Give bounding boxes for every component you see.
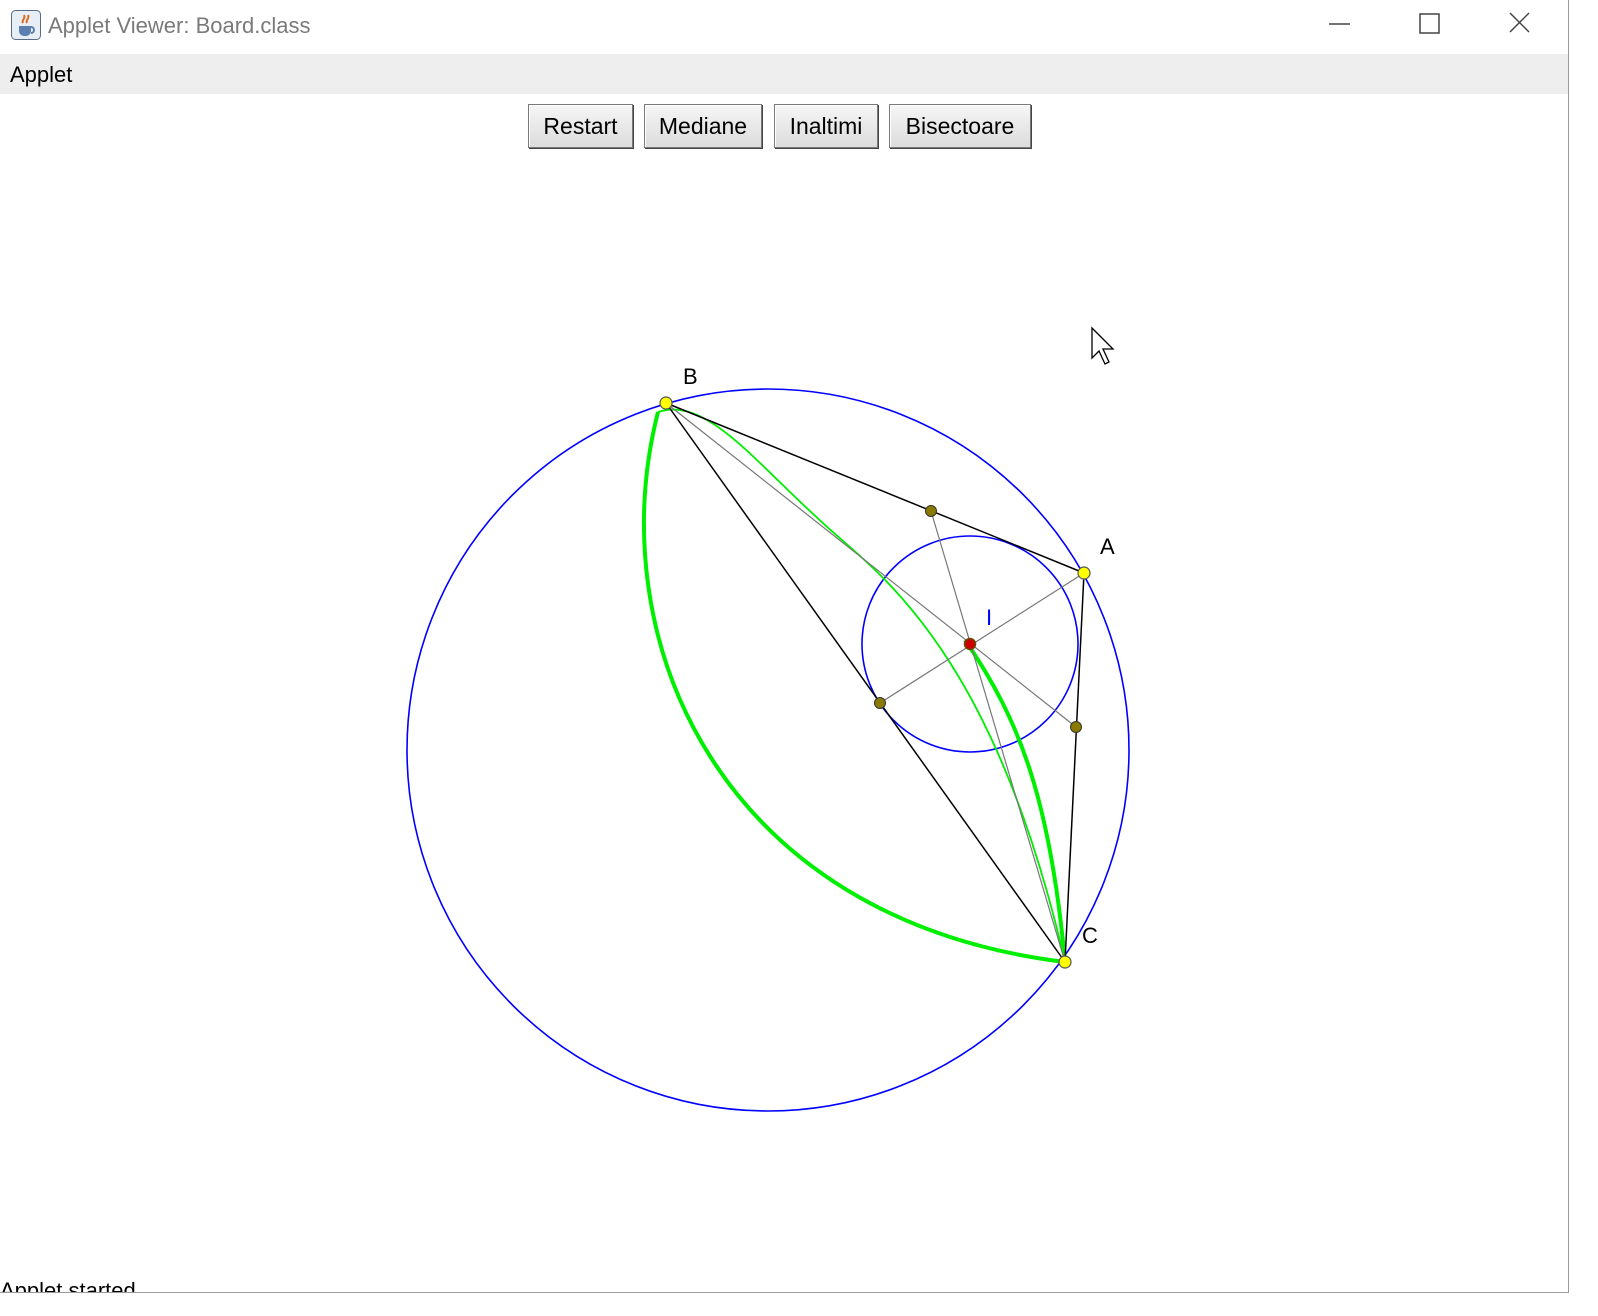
incenter-label: I	[986, 605, 992, 630]
bisector-foot-on-ac[interactable]	[1070, 721, 1082, 733]
java-cup-icon	[11, 10, 41, 40]
green-curve-inner-thick	[963, 638, 1067, 963]
button-panel: Restart Mediane Inaltimi Bisectoare	[0, 104, 1568, 150]
incenter-point[interactable]	[963, 637, 977, 651]
green-curve-outer	[642, 411, 1066, 964]
menu-bar: Applet	[0, 54, 1568, 94]
close-button[interactable]	[1474, 0, 1564, 50]
close-icon	[1509, 12, 1530, 33]
menu-applet[interactable]: Applet	[10, 62, 72, 88]
inaltimi-button[interactable]: Inaltimi	[774, 104, 878, 148]
restart-button[interactable]: Restart	[528, 104, 633, 148]
bisector-from-c	[930, 510, 1066, 963]
maximize-icon	[1419, 13, 1440, 34]
minimize-button[interactable]	[1294, 0, 1384, 50]
bisectoare-button[interactable]: Bisectoare	[889, 104, 1031, 148]
geometry-board[interactable]: I B A C	[0, 150, 1568, 1278]
mediane-button[interactable]: Mediane	[644, 104, 762, 148]
bisector-from-b	[665, 402, 1077, 728]
triangle-side-ac	[1064, 572, 1085, 963]
status-bar-text: Applet started.	[0, 1278, 142, 1293]
applet-viewer-window: Applet Viewer: Board.class Applet Restar…	[0, 0, 1569, 1293]
title-bar[interactable]: Applet Viewer: Board.class	[0, 0, 1568, 54]
vertex-a[interactable]	[1077, 566, 1091, 580]
bisector-foot-on-bc[interactable]	[874, 697, 886, 709]
maximize-button[interactable]	[1384, 0, 1474, 50]
minimize-icon	[1329, 23, 1350, 25]
vertex-c-label: C	[1082, 923, 1098, 948]
bisector-foot-on-ba[interactable]	[925, 505, 937, 517]
window-title: Applet Viewer: Board.class	[48, 13, 311, 38]
vertex-b[interactable]	[659, 396, 673, 410]
vertex-b-label: B	[683, 364, 698, 389]
vertex-c[interactable]	[1058, 955, 1072, 969]
mouse-cursor-icon	[1091, 326, 1115, 365]
triangle-side-cb	[665, 402, 1066, 963]
green-curve-inner-thin	[657, 408, 1066, 963]
triangle-side-ba	[665, 402, 1085, 574]
vertex-a-label: A	[1100, 534, 1115, 559]
circumcircle	[406, 388, 1130, 1112]
